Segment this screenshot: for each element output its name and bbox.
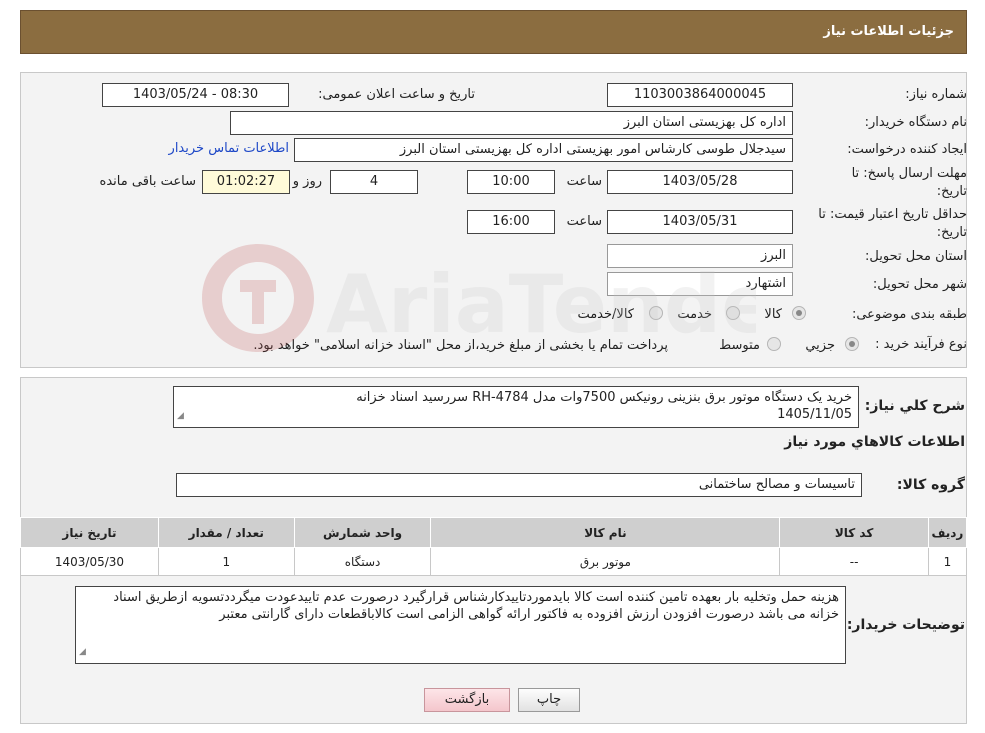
col-row: رديف (927, 517, 968, 548)
buyer-org-label: نام دستگاه خریدار: (864, 115, 967, 130)
cell-quantity: 1 (157, 547, 295, 576)
announce-datetime-field[interactable]: 1403/05/24 - 08:30 (102, 83, 289, 107)
description-line-1: خرید یک دستگاه موتور برق بنزینی رونیکس 7… (356, 390, 852, 405)
reply-days-field[interactable]: 4 (330, 170, 418, 194)
category-option-goods: کالا (764, 307, 782, 322)
need-number-field[interactable]: 1103003864000045 (607, 83, 793, 107)
description-label: شرح کلي نياز: (864, 398, 965, 414)
page-header: جزئیات اطلاعات نیاز (20, 10, 967, 54)
page-title: جزئیات اطلاعات نیاز (823, 24, 954, 39)
col-name: نام کالا (430, 517, 781, 548)
treasury-note: پرداخت تمام یا بخشی از مبلغ خرید،از محل … (253, 338, 668, 353)
process-radio-medium[interactable] (767, 337, 781, 351)
remaining-label: ساعت باقی مانده (99, 174, 196, 189)
reply-deadline-time[interactable]: 10:00 (467, 170, 555, 194)
category-radio-goods-service[interactable] (649, 306, 663, 320)
cell-unit: دستگاه (293, 547, 432, 576)
reply-time-label: ساعت (566, 174, 602, 189)
category-option-service: خدمت (677, 307, 712, 322)
category-radio-service[interactable] (726, 306, 740, 320)
description-textarea[interactable]: خرید یک دستگاه موتور برق بنزینی رونیکس 7… (173, 386, 859, 428)
price-validity-label-2: تاریخ: (936, 225, 967, 240)
col-code: کد کالا (779, 517, 929, 548)
col-quantity: تعداد / مقدار (157, 517, 295, 548)
buyer-org-field[interactable]: اداره کل بهزیستی استان البرز (230, 111, 793, 135)
category-radio-goods[interactable] (792, 306, 806, 320)
need-number-label: شماره نیاز: (905, 87, 967, 102)
col-need-date: تاريخ نياز (20, 517, 159, 548)
buyer-contact-link[interactable]: اطلاعات تماس خریدار (169, 141, 289, 156)
table-header-row: رديف کد کالا نام کالا واحد شمارش تعداد /… (20, 517, 968, 548)
buyer-notes-text: هزینه حمل وتخلیه بار بعهده تامین کننده ا… (113, 590, 839, 622)
price-validity-label-1: حداقل تاریخ اعتبار قیمت: تا (818, 207, 967, 222)
city-field[interactable]: اشتهارد (607, 272, 793, 296)
days-label: روز و (292, 174, 322, 189)
province-field[interactable]: البرز (607, 244, 793, 268)
items-section-title: اطلاعات کالاهاي مورد نياز (784, 434, 965, 450)
goods-group-field[interactable]: تاسیسات و مصالح ساختمانی (176, 473, 862, 497)
province-label: استان محل تحویل: (865, 249, 967, 264)
buyer-notes-textarea[interactable]: هزینه حمل وتخلیه بار بعهده تامین کننده ا… (75, 586, 846, 664)
resize-handle-icon[interactable]: ◢ (79, 644, 86, 661)
process-label: نوع فرآیند خرید : (875, 337, 967, 352)
col-unit: واحد شمارش (293, 517, 432, 548)
reply-deadline-label-1: مهلت ارسال پاسخ: تا (851, 166, 967, 181)
requester-label: ایجاد کننده درخواست: (847, 142, 967, 157)
process-option-minor: جزیي (805, 338, 835, 353)
cell-name: موتور برق (430, 547, 781, 576)
description-line-2: 1405/11/05 (777, 407, 852, 422)
process-radio-minor[interactable] (845, 337, 859, 351)
cell-need-date: 1403/05/30 (20, 547, 159, 576)
cell-code: -- (779, 547, 929, 576)
category-option-goods-service: کالا/خدمت (577, 307, 634, 322)
reply-deadline-label-2: تاریخ: (936, 184, 967, 199)
back-button[interactable]: بازگشت (424, 688, 510, 712)
category-label: طبقه بندی موضوعی: (851, 307, 967, 322)
announce-datetime-label: تاریخ و ساعت اعلان عمومی: (318, 87, 475, 102)
process-option-medium: متوسط (719, 338, 760, 353)
resize-handle-icon[interactable]: ◢ (177, 408, 184, 425)
print-button[interactable]: چاپ (518, 688, 580, 712)
goods-group-label: گروه کالا: (896, 477, 965, 493)
price-validity-time[interactable]: 16:00 (467, 210, 555, 234)
cell-row: 1 (927, 547, 968, 576)
requester-field[interactable]: سیدجلال طوسی کارشاس امور بهزیستی اداره ک… (294, 138, 793, 162)
price-validity-date[interactable]: 1403/05/31 (607, 210, 793, 234)
remaining-time-field[interactable]: 01:02:27 (202, 170, 290, 194)
price-validity-time-label: ساعت (566, 214, 602, 229)
city-label: شهر محل تحویل: (872, 277, 967, 292)
buyer-notes-label: توضیحات خریدار: (846, 617, 965, 633)
table-row[interactable]: 1 -- موتور برق دستگاه 1 1403/05/30 (20, 547, 968, 576)
items-table: رديف کد کالا نام کالا واحد شمارش تعداد /… (20, 517, 968, 576)
reply-deadline-date[interactable]: 1403/05/28 (607, 170, 793, 194)
